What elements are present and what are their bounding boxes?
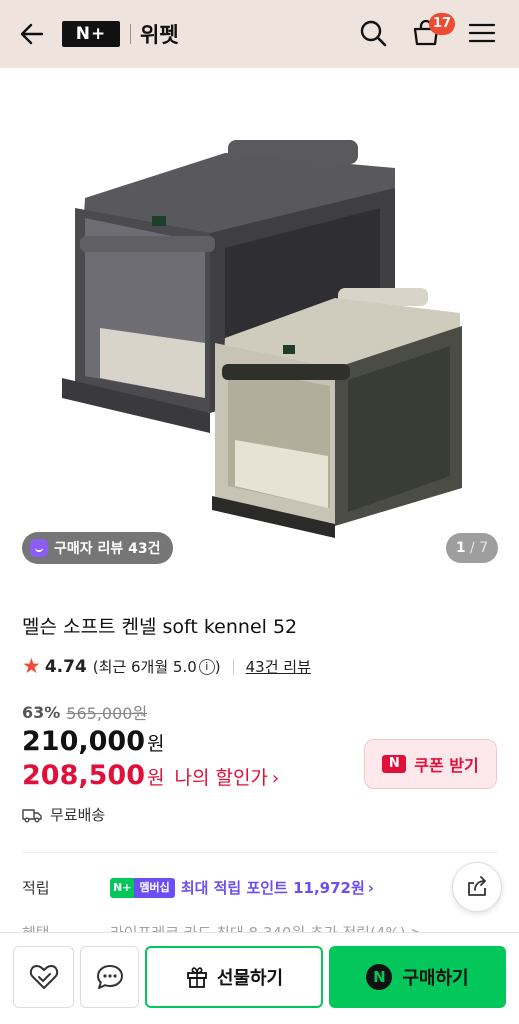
sale-price: 210,000 원 (22, 726, 164, 757)
points-row[interactable]: 적립 N+ 멤버십 최대 적립 포인트 11,972원 › (22, 877, 442, 898)
share-button[interactable] (452, 862, 502, 912)
recent-rating-close: ) (214, 657, 221, 676)
rating-divider (232, 658, 234, 675)
image-pager: 1 / 7 (446, 533, 498, 563)
recent-rating: (최근 6개월 5.0 (92, 658, 197, 676)
product-image[interactable] (0, 68, 519, 584)
review-smile-icon (30, 539, 48, 557)
membership-badge: N+ 멤버십 (110, 877, 175, 898)
shipping-text: 무료배송 (50, 806, 106, 824)
star-icon: ★ (22, 654, 41, 678)
my-price-label: 나의 할인가 (174, 767, 268, 789)
sale-price-value: 210,000 (22, 726, 145, 757)
pager-total: 7 (479, 540, 489, 556)
discount-row: 63% 565,000원 (22, 700, 147, 724)
chevron-right-icon: › (271, 768, 280, 789)
coupon-label: 쿠폰 받기 (414, 756, 479, 775)
heart-icon (29, 965, 58, 989)
section-divider (22, 852, 498, 853)
naver-pay-icon: N (366, 964, 393, 990)
gift-button[interactable]: 선물하기 (145, 946, 323, 1008)
coupon-button[interactable]: N 쿠폰 받기 (364, 739, 497, 789)
gift-label: 선물하기 (216, 968, 284, 989)
my-price-unit: 원 (146, 767, 165, 789)
naver-plus-logo[interactable]: N+ (62, 21, 120, 47)
chevron-right-icon: › (367, 878, 374, 897)
review-count-link[interactable]: 43건 리뷰 (246, 656, 311, 677)
points-text: 최대 적립 포인트 11,972원 (180, 879, 365, 897)
chat-icon (96, 965, 123, 989)
search-icon[interactable] (358, 18, 388, 48)
buy-button[interactable]: N 구매하기 (329, 946, 506, 1008)
original-price: 565,000원 (66, 704, 148, 723)
menu-icon[interactable] (467, 18, 497, 48)
discount-rate: 63% (22, 702, 61, 722)
rating-value: 4.74 (44, 656, 87, 677)
buyer-review-text: 구매자 리뷰 43건 (54, 541, 161, 557)
bottom-action-bar: 선물하기 N 구매하기 (0, 932, 519, 1024)
shipping-row: 무료배송 (22, 804, 105, 825)
header-divider (130, 24, 131, 44)
like-button[interactable] (13, 946, 74, 1008)
back-arrow-icon[interactable] (18, 20, 46, 48)
pager-current: 1 (455, 540, 466, 556)
badge-n: N+ (110, 877, 135, 898)
product-title: 멜슨 소프트 켄넬 soft kennel 52 (22, 616, 298, 638)
pager-separator: / (465, 540, 480, 556)
points-label: 적립 (22, 879, 50, 897)
info-icon[interactable]: i (198, 658, 215, 675)
rating-row: ★ 4.74 (최근 6개월 5.0 i ) 43건 리뷰 (22, 656, 311, 677)
gift-icon (186, 967, 207, 988)
my-price-value: 208,500 (22, 760, 145, 791)
my-discount-price[interactable]: 208,500 원 나의 할인가 › (22, 760, 279, 791)
kennel-product-photo (62, 140, 462, 538)
naver-n-icon: N (382, 755, 407, 773)
talk-button[interactable] (80, 946, 139, 1008)
buyer-review-badge[interactable]: 구매자 리뷰 43건 (22, 532, 173, 564)
sale-price-unit: 원 (146, 733, 165, 755)
share-icon (468, 876, 486, 896)
cart-count-badge: 17 (429, 13, 456, 35)
buy-label: 구매하기 (402, 968, 469, 989)
truck-icon (22, 808, 42, 822)
store-name[interactable]: 위펫 (140, 19, 179, 49)
badge-member: 멤버십 (134, 877, 175, 898)
top-header: N+ 위펫 17 (0, 0, 519, 68)
